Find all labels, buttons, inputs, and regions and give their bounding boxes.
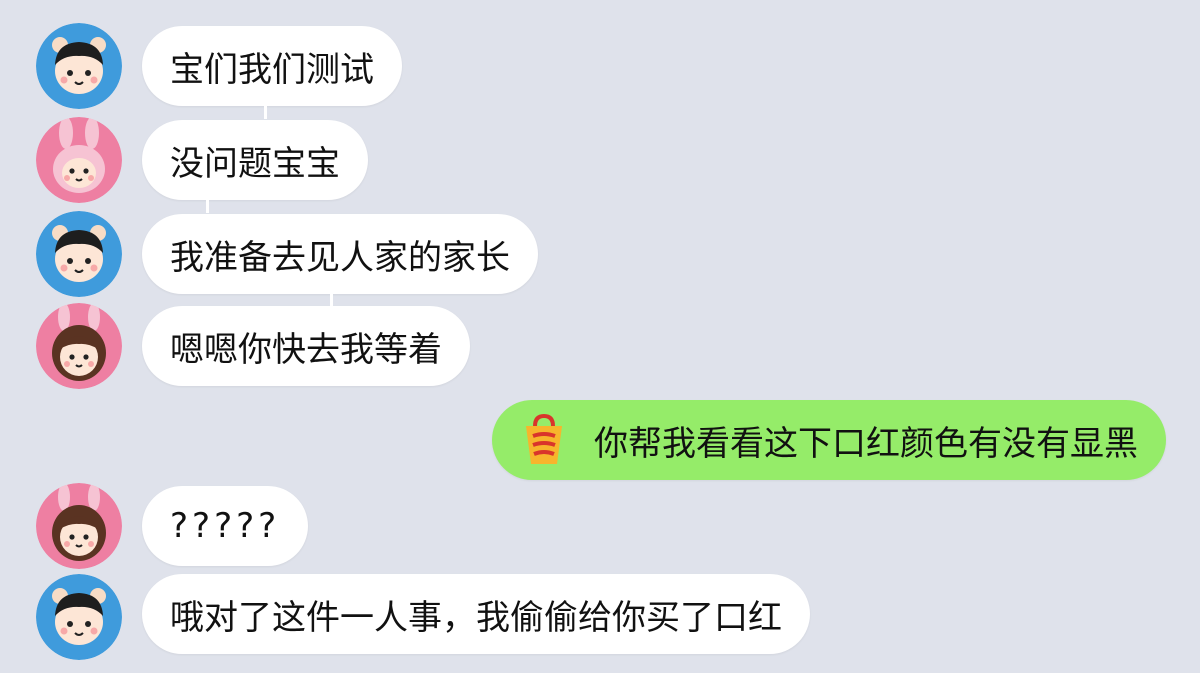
message-bubble[interactable]: 我准备去见人家的家长 bbox=[142, 214, 538, 294]
message-text: 嗯嗯你快去我等着 bbox=[170, 329, 442, 370]
message-bubble[interactable]: 宝们我们测试 bbox=[142, 26, 402, 106]
avatar-girl[interactable] bbox=[36, 117, 122, 203]
message-row: 嗯嗯你快去我等着 bbox=[0, 303, 1200, 390]
message-text: 哦对了这件一人事，我偷偷给你买了口红 bbox=[170, 597, 782, 638]
message-row: 你帮我看看这下口红颜色有没有显黑 bbox=[0, 398, 1200, 482]
message-text: 我准备去见人家的家长 bbox=[170, 237, 510, 278]
bubble-connector bbox=[264, 105, 267, 119]
message-text: ????? bbox=[170, 506, 281, 546]
message-text: 你帮我看看这下口红颜色有没有显黑 bbox=[594, 423, 1138, 464]
message-bubble[interactable]: 嗯嗯你快去我等着 bbox=[142, 306, 470, 386]
chat-area: 宝们我们测试 没问题宝宝 我准备去见人家的家长 嗯嗯你快去我等着 你帮我看看这下… bbox=[0, 0, 1200, 673]
message-bubble-outgoing[interactable]: 你帮我看看这下口红颜色有没有显黑 bbox=[492, 400, 1166, 480]
message-row: 我准备去见人家的家长 bbox=[0, 211, 1200, 297]
message-text: 没问题宝宝 bbox=[170, 143, 340, 184]
boy-avatar-icon bbox=[36, 574, 122, 660]
message-bubble[interactable]: 没问题宝宝 bbox=[142, 120, 368, 200]
message-row: ????? bbox=[0, 483, 1200, 570]
message-row: 没问题宝宝 bbox=[0, 117, 1200, 203]
girl-avatar-icon bbox=[36, 483, 122, 569]
message-row: 哦对了这件一人事，我偷偷给你买了口红 bbox=[0, 574, 1200, 660]
boy-avatar-icon bbox=[36, 211, 122, 297]
message-row: 宝们我们测试 bbox=[0, 23, 1200, 109]
avatar-girl[interactable] bbox=[36, 483, 122, 569]
boy-avatar-icon bbox=[36, 23, 122, 109]
girl-avatar-icon bbox=[36, 303, 122, 389]
lipstick-bag-icon bbox=[516, 412, 572, 468]
avatar-boy[interactable] bbox=[36, 211, 122, 297]
message-bubble[interactable]: ????? bbox=[142, 486, 309, 566]
bubble-connector bbox=[206, 199, 209, 213]
girl-bunny-avatar-icon bbox=[36, 117, 122, 203]
message-bubble[interactable]: 哦对了这件一人事，我偷偷给你买了口红 bbox=[142, 574, 810, 654]
bubble-connector bbox=[330, 293, 333, 307]
message-text: 宝们我们测试 bbox=[170, 49, 374, 90]
avatar-boy[interactable] bbox=[36, 574, 122, 660]
avatar-girl[interactable] bbox=[36, 303, 122, 389]
avatar-boy[interactable] bbox=[36, 23, 122, 109]
